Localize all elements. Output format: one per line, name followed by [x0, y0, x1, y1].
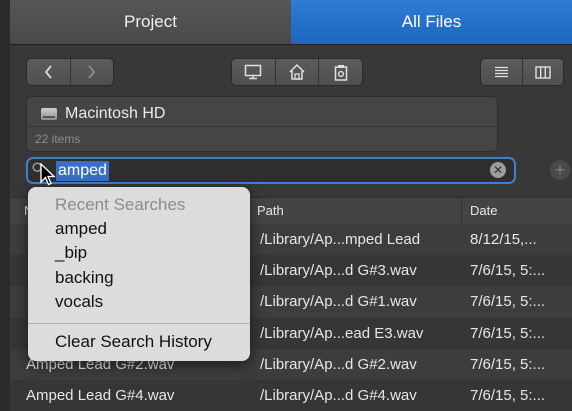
recent-searches-menu: Recent Searches amped _bip backing vocal…	[28, 187, 250, 361]
recent-search-item[interactable]: vocals	[55, 291, 103, 313]
cell-path: /Library/Ap...d G#1.wav	[260, 293, 417, 311]
recent-search-item[interactable]: _bip	[55, 242, 87, 264]
forward-button[interactable]	[69, 59, 114, 85]
plus-icon[interactable]: +	[550, 160, 570, 180]
column-view-button[interactable]	[521, 59, 564, 85]
chevron-right-icon	[88, 65, 96, 79]
chevron-left-icon	[44, 65, 52, 79]
search-field[interactable]: amped ✕	[26, 157, 516, 184]
item-count: 22 items	[35, 132, 81, 146]
table-row[interactable]: Amped Lead G#4.wav /Library/Ap...d G#4.w…	[10, 379, 572, 411]
recent-search-item[interactable]: backing	[55, 267, 114, 289]
cell-name: Amped Lead G#4.wav	[26, 386, 175, 404]
cell-date: 7/6/15, 5:...	[470, 355, 546, 373]
cell-date: 7/6/15, 5:...	[470, 386, 546, 404]
home-icon	[289, 63, 305, 80]
divider	[27, 126, 497, 127]
recent-search-item[interactable]: amped	[55, 218, 107, 240]
home-button[interactable]	[274, 59, 319, 85]
cell-path: /Library/Ap...d G#2.wav	[260, 355, 417, 373]
list-view-button[interactable]	[481, 59, 522, 85]
cell-path: /Library/Ap...d G#3.wav	[260, 262, 417, 280]
hard-drive-icon	[41, 108, 57, 120]
tab-bar: Project All Files	[10, 0, 572, 45]
cell-path: /Library/Ap...ead E3.wav	[260, 324, 424, 342]
recent-searches-header: Recent Searches	[55, 195, 186, 214]
location-button-group	[231, 58, 363, 86]
back-button[interactable]	[27, 59, 70, 85]
column-view-icon	[535, 65, 551, 79]
column-header-date[interactable]: Date	[461, 198, 497, 224]
cell-date: 8/12/15,...	[470, 231, 537, 248]
location-bar[interactable]: Macintosh HD 22 items	[26, 96, 498, 152]
search-input[interactable]: amped	[56, 161, 109, 181]
cell-path: /Library/Ap...d G#4.wav	[260, 386, 417, 404]
cell-date: 7/6/15, 5:...	[470, 324, 546, 342]
column-header-path[interactable]: Path	[248, 198, 284, 224]
view-button-group	[480, 58, 564, 86]
cell-date: 7/6/15, 5:...	[470, 262, 546, 280]
location-name: Macintosh HD	[65, 105, 166, 122]
tab-all-files[interactable]: All Files	[291, 0, 572, 45]
project-folder-icon	[334, 64, 347, 81]
tab-project[interactable]: Project	[10, 0, 291, 45]
clear-search-history-button[interactable]: Clear Search History	[55, 332, 212, 352]
computer-button[interactable]	[232, 59, 275, 85]
cell-date: 7/6/15, 5:...	[470, 293, 546, 311]
clear-icon[interactable]: ✕	[490, 162, 506, 178]
project-button[interactable]	[318, 59, 362, 85]
computer-icon	[245, 64, 262, 80]
mouse-cursor-icon	[40, 163, 56, 186]
cell-path: /Library/Ap...mped Lead	[260, 231, 421, 248]
location-title: Macintosh HD	[41, 105, 165, 123]
nav-button-group	[26, 58, 114, 86]
menu-divider	[28, 323, 250, 324]
list-view-icon	[494, 66, 508, 78]
